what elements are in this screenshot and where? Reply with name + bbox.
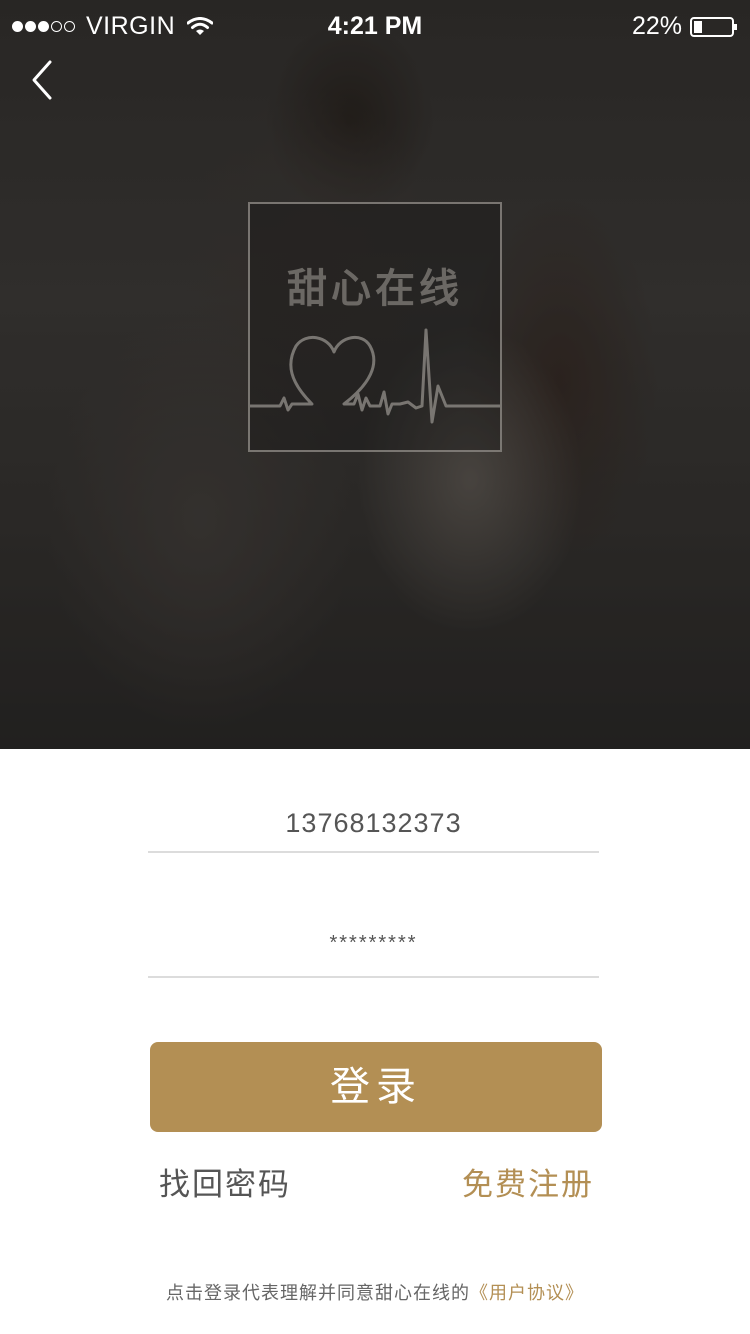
- login-form: 13768132373 ********* 登录 找回密码 免费注册 点击登录代…: [0, 749, 750, 1334]
- app-logo: 甜心在线: [248, 202, 502, 452]
- status-right: 22%: [632, 12, 738, 41]
- logo-title: 甜心在线: [287, 266, 463, 312]
- password-input[interactable]: *********: [148, 923, 599, 978]
- heart-pulse-icon: [250, 328, 500, 424]
- back-arrow-icon[interactable]: [26, 58, 66, 102]
- status-bar: VIRGIN 4:21 PM 22%: [0, 0, 750, 54]
- hero-background-image: VIRGIN 4:21 PM 22% 甜心在线: [0, 0, 750, 749]
- agreement-notice: 点击登录代表理解并同意甜心在线的《用户协议》: [0, 1279, 750, 1305]
- agreement-text: 点击登录代表理解并同意甜心在线的: [166, 1283, 470, 1304]
- user-agreement-link[interactable]: 《用户协议》: [470, 1283, 584, 1304]
- battery-percent: 22%: [631, 12, 682, 40]
- register-link[interactable]: 免费注册: [462, 1159, 594, 1204]
- battery-icon: [690, 16, 737, 37]
- login-button[interactable]: 登录: [150, 1042, 602, 1132]
- phone-input[interactable]: 13768132373: [148, 801, 599, 853]
- forgot-password-link[interactable]: 找回密码: [159, 1159, 291, 1204]
